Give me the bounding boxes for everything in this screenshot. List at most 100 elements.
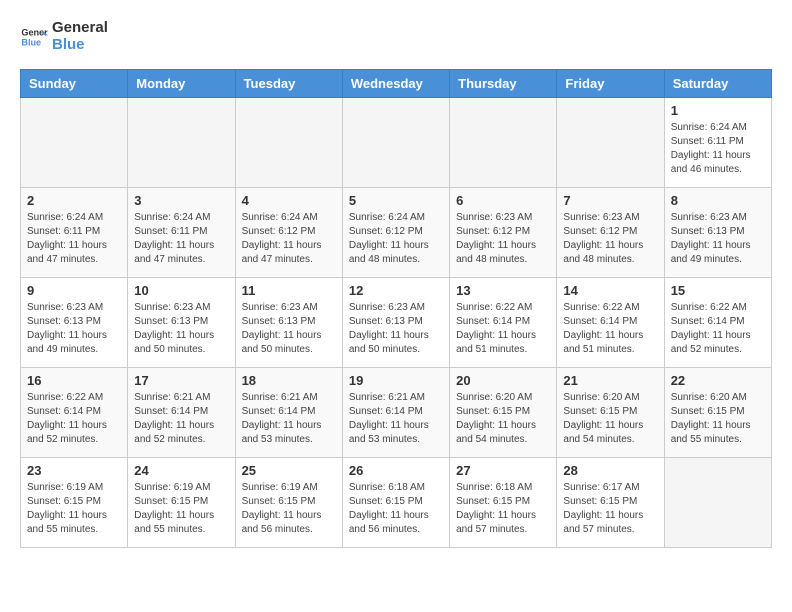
day-number: 15 <box>671 283 765 298</box>
day-number: 3 <box>134 193 228 208</box>
day-number: 13 <box>456 283 550 298</box>
calendar-day-cell: 5Sunrise: 6:24 AM Sunset: 6:12 PM Daylig… <box>342 188 449 278</box>
calendar-day-cell: 26 Sunrise: 6:18 AM Sunset: 6:15 PM Dayli… <box>342 458 449 548</box>
calendar-day-cell: 23 Sunrise: 6:19 AM Sunset: 6:15 PM Dayli… <box>21 458 128 548</box>
day-info: Sunrise: 6:24 AM Sunset: 6:11 PM Dayligh… <box>134 211 228 267</box>
calendar-week-row: 2 Sunrise: 6:24 AM Sunset: 6:11 PM Daylig… <box>21 188 772 278</box>
day-info: Sunrise: 6:22 AM Sunset: 6:14 PM Dayligh… <box>27 391 121 447</box>
calendar-week-row: 16 Sunrise: 6:22 AM Sunset: 6:14 PM Dayli… <box>21 368 772 458</box>
day-info: Sunrise: 6:22 AM Sunset: 6:14 PM Dayligh… <box>563 301 657 357</box>
calendar-day-cell: 1 Sunrise: 6:24 AM Sunset: 6:11 PM Daylig… <box>664 98 771 188</box>
day-of-week-header: Saturday <box>664 70 771 98</box>
day-info: Sunrise: 6:19 AM Sunset: 6:15 PM Dayligh… <box>27 481 121 537</box>
calendar-day-cell <box>664 458 771 548</box>
calendar-day-cell: 27 Sunrise: 6:18 AM Sunset: 6:15 PM Dayli… <box>450 458 557 548</box>
day-number: 12 <box>349 283 443 298</box>
day-info: Sunrise: 6:23 AM Sunset: 6:13 PM Dayligh… <box>349 301 443 357</box>
day-number: 24 <box>134 463 228 478</box>
calendar-day-cell: 14 Sunrise: 6:22 AM Sunset: 6:14 PM Dayli… <box>557 278 664 368</box>
day-info: Sunrise: 6:24 AM Sunset: 6:11 PM Dayligh… <box>27 211 121 267</box>
day-info: Sunrise: 6:20 AM Sunset: 6:15 PM Dayligh… <box>563 391 657 447</box>
calendar-day-cell: 28 Sunrise: 6:17 AM Sunset: 6:15 PM Dayli… <box>557 458 664 548</box>
day-number: 4 <box>242 193 336 208</box>
calendar-day-cell: 21 Sunrise: 6:20 AM Sunset: 6:15 PM Dayli… <box>557 368 664 458</box>
day-number: 28 <box>563 463 657 478</box>
day-number: 1 <box>671 103 765 118</box>
day-number: 11 <box>242 283 336 298</box>
day-info: Sunrise: 6:23 AM Sunset: 6:13 PM Dayligh… <box>242 301 336 357</box>
calendar-header-row: SundayMondayTuesdayWednesdayThursdayFrid… <box>21 70 772 98</box>
calendar-day-cell: 10 Sunrise: 6:23 AM Sunset: 6:13 PM Dayli… <box>128 278 235 368</box>
logo-general-text: General <box>52 19 108 36</box>
day-number: 6 <box>456 193 550 208</box>
day-number: 23 <box>27 463 121 478</box>
calendar-day-cell: 13 Sunrise: 6:22 AM Sunset: 6:14 PM Dayli… <box>450 278 557 368</box>
day-info: Sunrise: 6:23 AM Sunset: 6:12 PM Dayligh… <box>456 211 550 267</box>
day-number: 22 <box>671 373 765 388</box>
day-info: Sunrise: 6:23 AM Sunset: 6:13 PM Dayligh… <box>671 211 765 267</box>
calendar-day-cell: 3 Sunrise: 6:24 AM Sunset: 6:11 PM Daylig… <box>128 188 235 278</box>
day-number: 27 <box>456 463 550 478</box>
calendar-table: SundayMondayTuesdayWednesdayThursdayFrid… <box>20 69 772 548</box>
calendar-day-cell: 17 Sunrise: 6:21 AM Sunset: 6:14 PM Dayli… <box>128 368 235 458</box>
day-info: Sunrise: 6:20 AM Sunset: 6:15 PM Dayligh… <box>671 391 765 447</box>
calendar-day-cell <box>557 98 664 188</box>
day-number: 18 <box>242 373 336 388</box>
day-of-week-header: Monday <box>128 70 235 98</box>
calendar-day-cell <box>450 98 557 188</box>
calendar-day-cell <box>342 98 449 188</box>
day-info: Sunrise: 6:18 AM Sunset: 6:15 PM Dayligh… <box>456 481 550 537</box>
day-info: Sunrise: 6:18 AM Sunset: 6:15 PM Dayligh… <box>349 481 443 537</box>
calendar-day-cell: 18 Sunrise: 6:21 AM Sunset: 6:14 PM Dayli… <box>235 368 342 458</box>
calendar-day-cell: 8 Sunrise: 6:23 AM Sunset: 6:13 PM Daylig… <box>664 188 771 278</box>
calendar-day-cell: 7 Sunrise: 6:23 AM Sunset: 6:12 PM Daylig… <box>557 188 664 278</box>
calendar-day-cell: 9 Sunrise: 6:23 AM Sunset: 6:13 PM Daylig… <box>21 278 128 368</box>
day-number: 7 <box>563 193 657 208</box>
day-number: 17 <box>134 373 228 388</box>
day-of-week-header: Friday <box>557 70 664 98</box>
day-info: Sunrise: 6:23 AM Sunset: 6:13 PM Dayligh… <box>27 301 121 357</box>
day-number: 21 <box>563 373 657 388</box>
day-info: Sunrise: 6:23 AM Sunset: 6:12 PM Dayligh… <box>563 211 657 267</box>
day-info: Sunrise: 6:17 AM Sunset: 6:15 PM Dayligh… <box>563 481 657 537</box>
day-number: 9 <box>27 283 121 298</box>
day-info: Sunrise: 6:19 AM Sunset: 6:15 PM Dayligh… <box>242 481 336 537</box>
day-number: 2 <box>27 193 121 208</box>
day-number: 5 <box>349 193 443 208</box>
calendar-week-row: 1 Sunrise: 6:24 AM Sunset: 6:11 PM Daylig… <box>21 98 772 188</box>
day-number: 8 <box>671 193 765 208</box>
day-number: 10 <box>134 283 228 298</box>
logo-icon: General Blue <box>20 23 48 51</box>
day-info: Sunrise: 6:22 AM Sunset: 6:14 PM Dayligh… <box>671 301 765 357</box>
calendar-day-cell <box>21 98 128 188</box>
calendar-day-cell: 19 Sunrise: 6:21 AM Sunset: 6:14 PM Dayli… <box>342 368 449 458</box>
day-info: Sunrise: 6:21 AM Sunset: 6:14 PM Dayligh… <box>349 391 443 447</box>
day-info: Sunrise: 6:19 AM Sunset: 6:15 PM Dayligh… <box>134 481 228 537</box>
calendar-day-cell: 24 Sunrise: 6:19 AM Sunset: 6:15 PM Dayli… <box>128 458 235 548</box>
logo-blue-text: Blue <box>52 36 85 53</box>
day-info: Sunrise: 6:23 AM Sunset: 6:13 PM Dayligh… <box>134 301 228 357</box>
day-number: 14 <box>563 283 657 298</box>
day-number: 16 <box>27 373 121 388</box>
calendar-day-cell: 4 Sunrise: 6:24 AM Sunset: 6:12 PM Daylig… <box>235 188 342 278</box>
day-of-week-header: Thursday <box>450 70 557 98</box>
calendar-day-cell: 25 Sunrise: 6:19 AM Sunset: 6:15 PM Dayli… <box>235 458 342 548</box>
day-of-week-header: Wednesday <box>342 70 449 98</box>
day-info: Sunrise: 6:20 AM Sunset: 6:15 PM Dayligh… <box>456 391 550 447</box>
day-info: Sunrise: 6:24 AM Sunset: 6:12 PM Dayligh… <box>242 211 336 267</box>
day-number: 19 <box>349 373 443 388</box>
calendar-day-cell <box>128 98 235 188</box>
day-number: 25 <box>242 463 336 478</box>
day-info: Sunrise: 6:24 AM Sunset: 6:11 PM Dayligh… <box>671 121 765 177</box>
day-info: Sunrise: 6:22 AM Sunset: 6:14 PM Dayligh… <box>456 301 550 357</box>
calendar-day-cell: 22 Sunrise: 6:20 AM Sunset: 6:15 PM Dayli… <box>664 368 771 458</box>
day-of-week-header: Sunday <box>21 70 128 98</box>
calendar-week-row: 23 Sunrise: 6:19 AM Sunset: 6:15 PM Dayli… <box>21 458 772 548</box>
calendar-day-cell <box>235 98 342 188</box>
calendar-day-cell: 12 Sunrise: 6:23 AM Sunset: 6:13 PM Dayli… <box>342 278 449 368</box>
calendar-day-cell: 11 Sunrise: 6:23 AM Sunset: 6:13 PM Dayli… <box>235 278 342 368</box>
day-info: Sunrise: 6:21 AM Sunset: 6:14 PM Dayligh… <box>242 391 336 447</box>
day-info: Sunrise: 6:21 AM Sunset: 6:14 PM Dayligh… <box>134 391 228 447</box>
day-number: 26 <box>349 463 443 478</box>
logo: General Blue General Blue <box>20 20 108 53</box>
